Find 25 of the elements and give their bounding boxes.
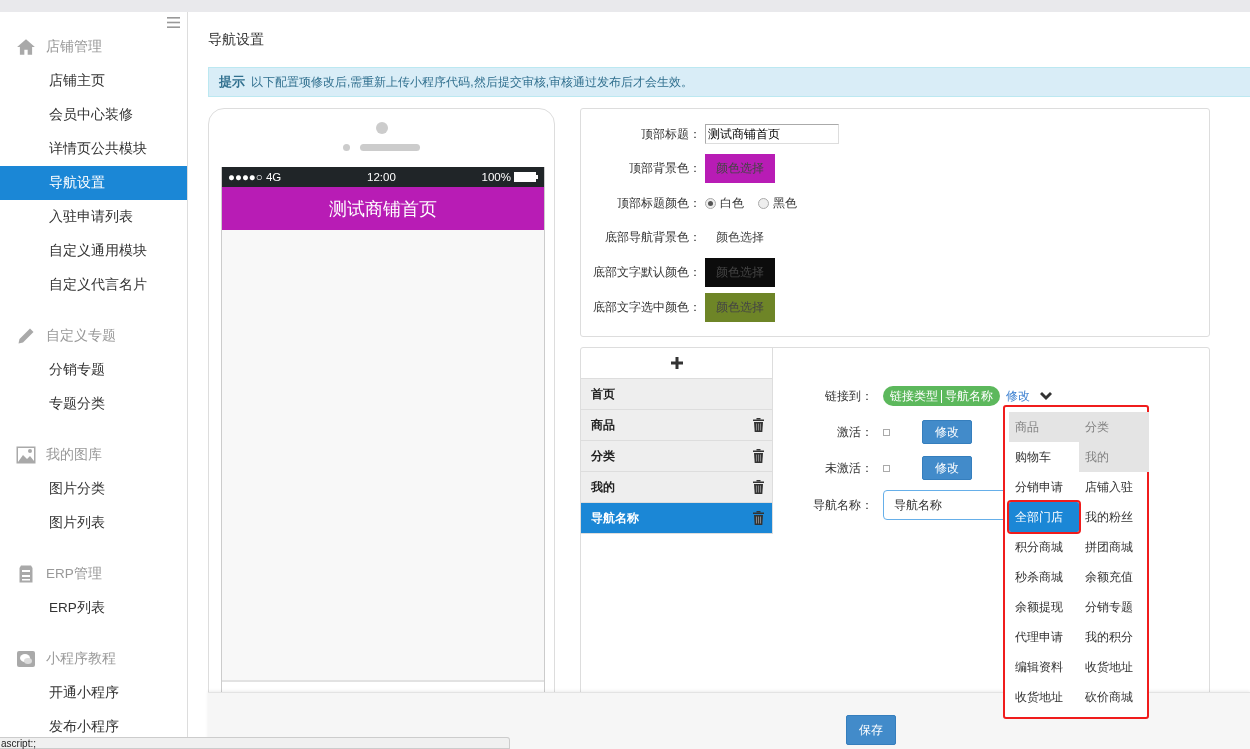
clock-text: 12:00 [367,171,396,183]
field-label: 顶部背景色： [628,160,701,177]
field-label: 底部文字默认颜色： [592,264,701,281]
radio-label: 黑色 [773,194,797,212]
field-label: 顶部标题： [640,125,701,143]
sidebar-group-title: 我的图库 [46,446,102,464]
field-label: 导航名称： [812,496,873,514]
field-label: 底部文字选中颜色： [592,299,701,316]
link-tag: 链接类型 导航名称 [883,386,1000,406]
battery-text: 100% [481,171,511,183]
field-label: 未激活： [824,459,873,477]
sidebar-group-title: 自定义专题 [46,327,116,345]
field-label: 激活： [836,423,873,441]
signal-text: ●●●●○ 4G [228,171,282,183]
status-tooltip: ascript:; [0,737,510,749]
radio-label: 白色 [720,194,744,212]
sidebar-group-title: 小程序教程 [46,650,116,668]
notice-banner: 提示 以下配置项修改后,需重新上传小程序代码,然后提交审核,审核通过发布后才会生效。 [208,67,1250,97]
field-label: 底部导航背景色： [604,229,701,246]
field-label: 顶部标题颜色： [616,194,701,212]
page-title: 导航设置 [208,30,264,49]
sidebar-group-title: 店铺管理 [46,38,102,56]
phone-header: 测试商铺首页 [222,187,544,230]
field-label: 链接到： [824,387,873,405]
sidebar-group-title: ERP管理 [46,565,102,583]
